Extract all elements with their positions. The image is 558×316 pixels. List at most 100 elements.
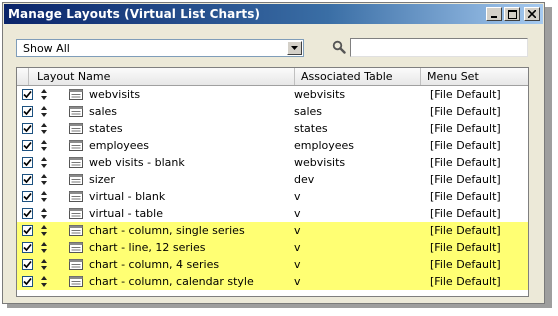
list-item[interactable]: chart - column, single series v [File Defa… [17, 222, 528, 239]
layout-icon [69, 123, 83, 134]
column-header-associated-table[interactable]: Associated Table [295, 68, 421, 85]
associated-table: webvisits [294, 156, 346, 169]
include-in-menu-checkbox[interactable] [22, 276, 33, 287]
layout-name: employees [89, 139, 150, 152]
layout-name: chart - line, 12 series [89, 241, 206, 254]
reorder-handle-icon[interactable] [41, 123, 47, 134]
reorder-handle-icon[interactable] [41, 106, 47, 117]
menu-set: [File Default] [430, 173, 501, 186]
include-in-menu-checkbox[interactable] [22, 123, 33, 134]
list-item[interactable]: chart - column, 4 series v [File Default] [17, 256, 528, 273]
reorder-handle-icon[interactable] [41, 259, 47, 270]
layout-filter-dropdown[interactable]: Show All [16, 39, 304, 57]
checkmark-icon [23, 90, 32, 99]
menu-set: [File Default] [430, 156, 501, 169]
menu-set: [File Default] [430, 224, 501, 237]
layout-name: sales [89, 105, 118, 118]
include-in-menu-checkbox[interactable] [22, 157, 33, 168]
checkmark-icon [23, 260, 32, 269]
reorder-handle-icon[interactable] [41, 225, 47, 236]
close-icon [528, 10, 536, 18]
associated-table: states [294, 122, 328, 135]
include-in-menu-checkbox[interactable] [22, 242, 33, 253]
reorder-handle-icon[interactable] [41, 242, 47, 253]
layout-icon [69, 140, 83, 151]
associated-table: v [294, 241, 301, 254]
column-header-layout-name[interactable]: Layout Name [29, 68, 295, 85]
layout-name: webvisits [89, 88, 141, 101]
filter-selected-value: Show All [23, 42, 70, 55]
list-item[interactable]: employees employees [File Default] [17, 137, 528, 154]
list-item[interactable]: sizer dev [File Default] [17, 171, 528, 188]
window-title: Manage Layouts (Virtual List Charts) [8, 7, 261, 21]
manage-layouts-dialog: Manage Layouts (Virtual List Charts) Sho… [2, 2, 545, 304]
include-in-menu-checkbox[interactable] [22, 191, 33, 202]
list-item[interactable]: web visits - blank webvisits [File Default… [17, 154, 528, 171]
menu-set: [File Default] [430, 275, 501, 288]
checkmark-icon [23, 192, 32, 201]
include-in-menu-checkbox[interactable] [22, 89, 33, 100]
layout-icon [69, 174, 83, 185]
menu-set: [File Default] [430, 139, 501, 152]
layout-name: web visits - blank [89, 156, 185, 169]
layout-icon [69, 89, 83, 100]
column-header-menu-set[interactable]: Menu Set [421, 68, 528, 85]
include-in-menu-checkbox[interactable] [22, 225, 33, 236]
dropdown-arrow-button[interactable] [287, 41, 302, 55]
layout-icon [69, 191, 83, 202]
reorder-handle-icon[interactable] [41, 208, 47, 219]
list-item[interactable]: virtual - blank v [File Default] [17, 188, 528, 205]
list-item[interactable]: webvisits webvisits [File Default] [17, 86, 528, 103]
include-in-menu-checkbox[interactable] [22, 174, 33, 185]
search-input[interactable] [350, 38, 528, 57]
reorder-handle-icon[interactable] [41, 276, 47, 287]
checkmark-icon [23, 124, 32, 133]
reorder-handle-icon[interactable] [41, 191, 47, 202]
include-in-menu-checkbox[interactable] [22, 106, 33, 117]
include-in-menu-checkbox[interactable] [22, 140, 33, 151]
menu-set: [File Default] [430, 88, 501, 101]
minimize-icon [491, 16, 497, 18]
menu-set: [File Default] [430, 105, 501, 118]
associated-table: dev [294, 173, 315, 186]
maximize-button[interactable] [504, 7, 520, 21]
list-item[interactable]: sales sales [File Default] [17, 103, 528, 120]
reorder-handle-icon[interactable] [41, 140, 47, 151]
minimize-button[interactable] [486, 7, 502, 21]
title-bar[interactable]: Manage Layouts (Virtual List Charts) [4, 4, 543, 24]
layout-icon [69, 157, 83, 168]
include-in-menu-checkbox[interactable] [22, 259, 33, 270]
layout-icon [69, 208, 83, 219]
menu-set: [File Default] [430, 207, 501, 220]
layout-icon [69, 225, 83, 236]
layout-icon [69, 276, 83, 287]
checkmark-icon [23, 277, 32, 286]
list-item[interactable]: virtual - table v [File Default] [17, 205, 528, 222]
list-header: Layout Name Associated Table Menu Set [17, 68, 528, 86]
checkmark-icon [23, 209, 32, 218]
associated-table: employees [294, 139, 355, 152]
reorder-handle-icon[interactable] [41, 89, 47, 100]
associated-table: v [294, 207, 301, 220]
layout-name: chart - column, 4 series [89, 258, 220, 271]
list-item[interactable]: chart - column, calendar style v [File Def… [17, 273, 528, 290]
header-spacer [17, 68, 29, 85]
close-button[interactable] [524, 7, 540, 21]
associated-table: v [294, 275, 301, 288]
list-item[interactable]: chart - line, 12 series v [File Default] [17, 239, 528, 256]
chevron-down-icon [291, 46, 298, 50]
reorder-handle-icon[interactable] [41, 157, 47, 168]
layouts-list[interactable]: Layout Name Associated Table Menu Set we… [16, 67, 529, 297]
layout-name: states [89, 122, 123, 135]
search-icon [332, 40, 346, 54]
layout-icon [69, 259, 83, 270]
list-item[interactable]: states states [File Default] [17, 120, 528, 137]
layout-icon [69, 242, 83, 253]
layout-name: sizer [89, 173, 115, 186]
checkmark-icon [23, 107, 32, 116]
include-in-menu-checkbox[interactable] [22, 208, 33, 219]
menu-set: [File Default] [430, 241, 501, 254]
layout-icon [69, 106, 83, 117]
layout-name: chart - column, single series [89, 224, 245, 237]
reorder-handle-icon[interactable] [41, 174, 47, 185]
